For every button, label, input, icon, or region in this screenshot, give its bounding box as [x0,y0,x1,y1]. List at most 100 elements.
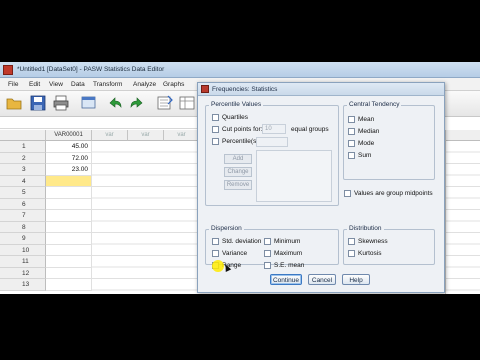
continue-button[interactable]: Continue [270,274,302,285]
menu-file[interactable]: File [8,81,18,88]
maximum-checkbox[interactable] [264,250,271,257]
quartiles-checkbox[interactable] [212,114,219,121]
go-to-case-icon[interactable] [156,94,174,112]
dialog-title: Frequencies: Statistics [212,86,278,93]
minimum-checkbox[interactable] [264,238,271,245]
data-cell[interactable] [46,198,92,210]
data-cell[interactable] [46,244,92,256]
row-number[interactable]: 6 [0,198,46,210]
row-number[interactable]: 4 [0,175,46,187]
data-cell[interactable] [46,279,92,291]
cell-editor-bar[interactable] [0,117,200,129]
distribution-group [343,229,435,265]
cut-points-checkbox[interactable] [212,126,219,133]
percentiles-label: Percentile(s): [222,138,261,145]
dialog-recall-icon[interactable] [80,94,98,112]
selected-cell[interactable] [46,175,92,187]
row-number[interactable]: 5 [0,187,46,199]
menu-graphs[interactable]: Graphs [163,81,184,88]
data-cell[interactable]: 23.00 [46,164,92,176]
row-number[interactable]: 8 [0,221,46,233]
menu-view[interactable]: View [49,81,63,88]
add-button[interactable]: Add [224,154,252,164]
row-number[interactable]: 1 [0,141,46,153]
column-header[interactable]: var [164,130,200,141]
skewness-label: Skewness [358,238,388,245]
percentiles-checkbox[interactable] [212,138,219,145]
variance-label: Variance [222,250,248,257]
column-header[interactable]: var [128,130,164,141]
variance-checkbox[interactable] [212,250,219,257]
app-window: *Untitled1 [DataSet0] - PASW Statistics … [0,62,480,294]
help-button[interactable]: Help [342,274,370,285]
data-cell[interactable]: 45.00 [46,141,92,153]
row-number[interactable]: 3 [0,164,46,176]
change-button[interactable]: Change [224,167,252,177]
row-number[interactable]: 9 [0,233,46,245]
mode-label: Mode [358,140,375,147]
row-number[interactable]: 10 [0,244,46,256]
mode-checkbox[interactable] [348,140,355,147]
dialog-title-bar: Frequencies: Statistics [198,83,444,96]
cut-points-label: Cut points for: [222,126,263,133]
empty-cells[interactable] [446,141,480,291]
empty-cells[interactable] [92,141,200,291]
data-cell[interactable]: 72.00 [46,152,92,164]
open-folder-icon[interactable] [5,94,23,112]
group-midpoints-label: Values are group midpoints [354,190,433,197]
row-number[interactable]: 2 [0,152,46,164]
percentile-input[interactable] [256,137,288,147]
title-bar: *Untitled1 [DataSet0] - PASW Statistics … [0,62,480,78]
column-header[interactable]: VAR00001 [46,130,92,141]
median-checkbox[interactable] [348,128,355,135]
corner-cell [0,130,46,141]
kurtosis-label: Kurtosis [358,250,382,257]
mean-checkbox[interactable] [348,116,355,123]
variables-icon[interactable] [178,94,196,112]
data-cell[interactable] [46,256,92,268]
minimum-label: Minimum [274,238,301,245]
se-mean-checkbox[interactable] [264,262,271,269]
menu-data[interactable]: Data [71,81,85,88]
row-number[interactable]: 13 [0,279,46,291]
data-cell[interactable] [46,210,92,222]
percentile-values-title: Percentile Values [209,101,264,108]
data-cell[interactable] [46,233,92,245]
print-icon[interactable] [52,94,70,112]
cut-points-input[interactable]: 10 [262,124,286,134]
data-cell[interactable] [46,221,92,233]
maximum-label: Maximum [274,250,303,257]
equal-groups-label: equal groups [291,126,329,133]
cancel-button[interactable]: Cancel [308,274,336,285]
central-tendency-title: Central Tendency [347,101,402,108]
row-number[interactable]: 12 [0,267,46,279]
row-number[interactable]: 7 [0,210,46,222]
menu-transform[interactable]: Transform [93,81,122,88]
remove-button[interactable]: Remove [224,180,252,190]
dialog-app-icon [201,85,209,93]
mean-label: Mean [358,116,375,123]
menu-edit[interactable]: Edit [29,81,40,88]
data-grid: VAR00001 var var var 1 45.00 2 72.00 3 2… [0,130,200,294]
menu-analyze[interactable]: Analyze [133,81,156,88]
data-cell[interactable] [46,187,92,199]
undo-icon[interactable] [106,94,124,112]
dispersion-group [205,229,339,265]
column-header[interactable]: var [92,130,128,141]
right-grid-area [445,130,480,294]
std-deviation-checkbox[interactable] [212,238,219,245]
kurtosis-checkbox[interactable] [348,250,355,257]
redo-icon[interactable] [128,94,146,112]
row-number[interactable]: 11 [0,256,46,268]
group-midpoints-checkbox[interactable] [344,190,351,197]
percentile-list[interactable] [256,150,332,202]
data-cell[interactable] [46,267,92,279]
sum-checkbox[interactable] [348,152,355,159]
window-title: *Untitled1 [DataSet0] - PASW Statistics … [17,66,165,73]
median-label: Median [358,128,380,135]
skewness-checkbox[interactable] [348,238,355,245]
sum-label: Sum [358,152,372,159]
dispersion-title: Dispersion [209,225,244,232]
se-mean-label: S.E. mean [274,262,305,269]
save-icon[interactable] [29,94,47,112]
